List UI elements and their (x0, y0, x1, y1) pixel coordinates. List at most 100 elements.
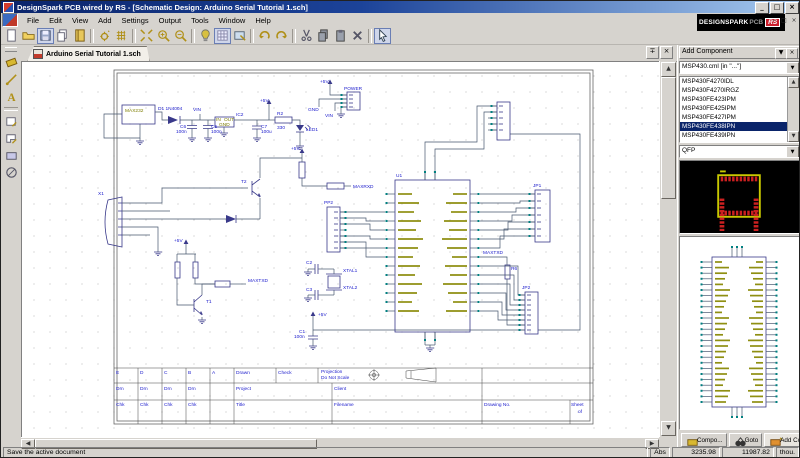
svg-text:100n: 100n (211, 129, 222, 135)
svg-text:X1: X1 (98, 191, 104, 197)
document-icon[interactable] (2, 13, 18, 27)
zoom-in-button[interactable] (155, 28, 172, 44)
close-document-button[interactable] (54, 28, 71, 44)
add-shape-rectangle-button[interactable] (3, 113, 20, 130)
brand-suffix: PCB (749, 19, 763, 26)
panel-title: Add Component (682, 48, 733, 55)
mdi-minimize-button[interactable]: – (769, 17, 779, 26)
svg-text:Drawn: Drawn (236, 370, 250, 376)
add-text-button[interactable]: A (3, 88, 20, 105)
zoom-out-button[interactable] (172, 28, 189, 44)
tab-close-button[interactable]: × (660, 46, 673, 59)
document-tab-bar: Arduino Serial Tutorial 1.sch ∓ × (21, 45, 677, 62)
toolbar-separator (132, 29, 136, 43)
svg-text:Title: Title (236, 402, 245, 408)
select-mode-button[interactable] (374, 28, 391, 44)
panel-tab-compo[interactable]: Compo... (681, 433, 727, 447)
component-item[interactable]: MSP430FE438IPN (680, 122, 788, 131)
add-connection-button[interactable] (3, 71, 20, 88)
svg-text:JP2: JP2 (522, 285, 531, 291)
undo-button[interactable] (256, 28, 273, 44)
grid-settings-button[interactable] (113, 28, 130, 44)
title-bar: DesignSpark PCB wired by RS - [Schematic… (1, 1, 800, 13)
toolbar-grip[interactable] (5, 47, 17, 52)
svg-text:+5V: +5V (174, 238, 183, 244)
delete-button[interactable] (349, 28, 366, 44)
menu-view[interactable]: View (67, 15, 93, 26)
svg-text:Do Not Scale: Do Not Scale (321, 375, 350, 381)
toolbar-separator (90, 29, 94, 43)
svg-text:VIN: VIN (325, 113, 334, 119)
schematic-canvas[interactable]: MAX232D1 1N4004VINC6100nC5100nINOUTGNDIC… (21, 61, 659, 437)
symbol-preview (679, 236, 800, 430)
coord-mode: Abs (650, 447, 670, 458)
menu-window[interactable]: Window (214, 15, 251, 26)
component-item[interactable]: MSP430FE427IPM (680, 113, 788, 122)
toolbar-separator (250, 29, 254, 43)
tab-arduino-serial-tutorial[interactable]: Arduino Serial Tutorial 1.sch (27, 46, 150, 62)
component-list[interactable]: MSP430F4270IDLMSP430F4270IRGZMSP430FE423… (679, 76, 800, 143)
svg-text:+5V: +5V (318, 312, 327, 318)
dropdown-arrow-icon[interactable]: ▼ (786, 146, 799, 158)
save-button[interactable] (37, 28, 54, 44)
panel-tab-addco[interactable]: Add Co... (764, 433, 800, 447)
menu-file[interactable]: File (22, 15, 44, 26)
svg-text:MAXTXD: MAXTXD (483, 250, 504, 256)
svg-text:MAXTXD: MAXTXD (248, 278, 269, 284)
menu-output[interactable]: Output (154, 15, 187, 26)
tab-pin-button[interactable]: ∓ (646, 46, 659, 59)
component-item[interactable]: MSP430FE425IPM (680, 104, 788, 113)
add-shape-polygon-button[interactable] (3, 130, 20, 147)
component-item[interactable]: MSP430FE423IPM (680, 95, 788, 104)
footprint-preview (679, 160, 800, 234)
schematic-drawing: MAX232D1 1N4004VINC6100nC5100nINOUTGNDIC… (22, 62, 660, 438)
svg-text:Check: Check (278, 370, 292, 376)
redo-button[interactable] (273, 28, 290, 44)
svg-text:330: 330 (277, 125, 285, 131)
paste-button[interactable] (332, 28, 349, 44)
component-item[interactable]: MSP430F4270IDL (680, 77, 788, 86)
status-bar: Save the active document Abs 3235.98 119… (1, 447, 800, 458)
svg-text:100n: 100n (176, 129, 187, 135)
grid-toggle-button[interactable] (214, 28, 231, 44)
mdi-restore-button[interactable]: □ (779, 17, 789, 26)
component-item[interactable]: MSP430F4270IRGZ (680, 86, 788, 95)
design-browser-button[interactable] (231, 28, 248, 44)
component-item[interactable]: MSP430FE439IPN (680, 131, 788, 140)
panel-close-button[interactable]: × (786, 48, 798, 59)
new-design-button[interactable] (3, 28, 20, 44)
copy-button[interactable] (315, 28, 332, 44)
svg-text:JP1: JP1 (533, 183, 542, 189)
menu-add[interactable]: Add (93, 15, 116, 26)
menu-edit[interactable]: Edit (44, 15, 67, 26)
colors-button[interactable] (197, 28, 214, 44)
svg-text:VIN: VIN (193, 107, 202, 113)
view-all-button[interactable] (138, 28, 155, 44)
add-shape-filled-button[interactable] (3, 147, 20, 164)
menu-settings[interactable]: Settings (117, 15, 154, 26)
libraries-button[interactable] (71, 28, 88, 44)
svg-text:Drn: Drn (140, 386, 148, 392)
svg-text:Drawing No.: Drawing No. (484, 402, 510, 408)
technology-button[interactable] (96, 28, 113, 44)
svg-text:C: C (164, 370, 168, 376)
library-dropdown[interactable]: MSP430.cml [in "..."] ▼ (679, 61, 800, 74)
menu-tools[interactable]: Tools (186, 15, 214, 26)
mdi-close-button[interactable]: × (789, 17, 799, 26)
dropdown-arrow-icon[interactable]: ▼ (786, 62, 799, 74)
add-component-button[interactable] (3, 54, 20, 71)
coord-x: 3235.98 (672, 447, 720, 458)
component-list-scrollbar[interactable]: ▲ ▼ (787, 77, 799, 142)
svg-text:Drn: Drn (188, 386, 196, 392)
vertical-scrollbar[interactable]: ▲ ▼ (659, 61, 676, 437)
panel-tab-goto[interactable]: Goto (729, 433, 763, 447)
add-shape-ellipse-button[interactable] (3, 164, 20, 181)
package-dropdown[interactable]: QFP ▼ (679, 145, 800, 158)
svg-text:Sheet: Sheet (571, 402, 584, 408)
svg-text:Projection: Projection (321, 369, 343, 375)
open-button[interactable] (20, 28, 37, 44)
cut-button[interactable] (298, 28, 315, 44)
menu-help[interactable]: Help (250, 15, 275, 26)
svg-text:E: E (116, 370, 119, 376)
panel-header[interactable]: Add Component ▼ × (679, 46, 800, 59)
